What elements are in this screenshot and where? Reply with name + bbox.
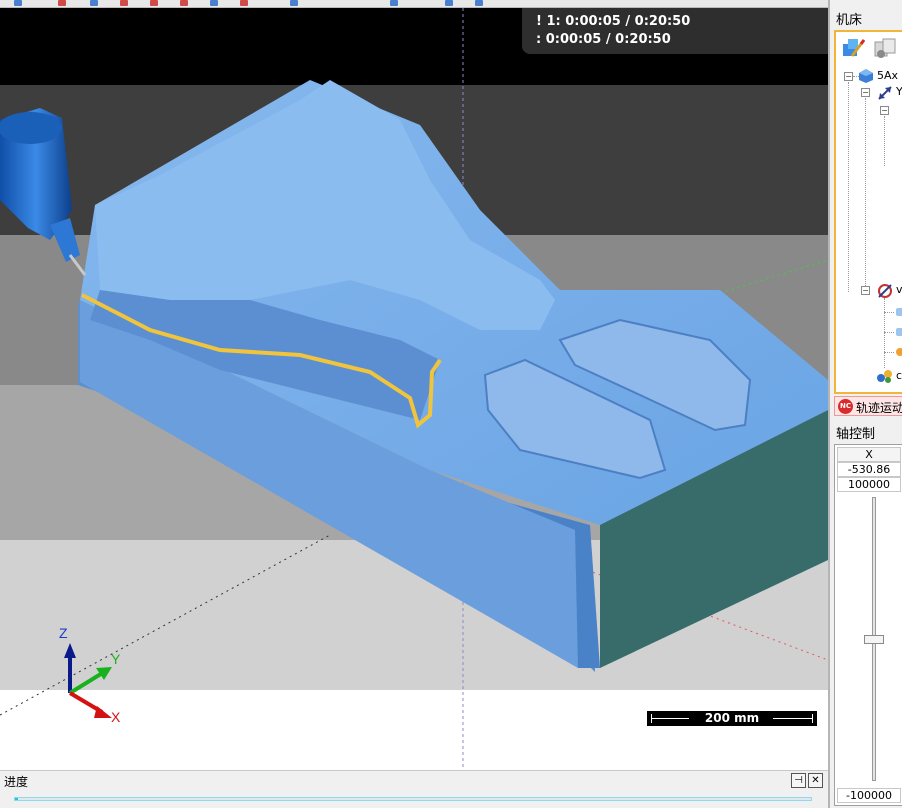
nc-motion-tab[interactable]: NC 轨迹运动 xyxy=(834,396,902,416)
tool-head-top xyxy=(0,112,62,144)
toolbar-icon[interactable] xyxy=(58,0,66,6)
timer-line-2: : 0:00:05 / 0:20:50 xyxy=(536,32,671,47)
axis-slider-thumb[interactable] xyxy=(864,634,884,644)
toolbar-icon[interactable] xyxy=(240,0,248,6)
toolbar-icon[interactable] xyxy=(210,0,218,6)
tree-collapse-icon[interactable]: − xyxy=(880,106,889,115)
nc-tab-label: 轨迹运动 xyxy=(856,401,902,415)
toolbar-icon[interactable] xyxy=(390,0,398,6)
right-panel: 机床 − 5Ax − − − v c NC 轨迹运动 轴控制 X -530.86… xyxy=(828,0,902,808)
toolbar-icon[interactable] xyxy=(120,0,128,6)
toolbar-icon[interactable] xyxy=(180,0,188,6)
toolbar-icon[interactable] xyxy=(150,0,158,6)
tree-root-label[interactable]: 5Ax xyxy=(877,69,898,82)
workpiece-group-icon xyxy=(877,370,892,383)
tree-node1-label[interactable]: Y xyxy=(896,85,902,98)
progress-bar xyxy=(14,797,812,801)
edit-machine-icon[interactable] xyxy=(840,36,866,60)
scale-bar: 200 mm xyxy=(647,711,817,726)
axis-value-field[interactable]: -530.86 xyxy=(837,462,901,477)
scene-canvas: Z Y X xyxy=(0,8,828,770)
toolbar-icon[interactable] xyxy=(445,0,453,6)
tree-collapse-icon[interactable]: − xyxy=(861,286,870,295)
toolbar-icon[interactable] xyxy=(14,0,22,6)
axis-min-field[interactable]: -100000 xyxy=(837,788,901,803)
timer-line-1: ! 1: 0:00:05 / 0:20:50 xyxy=(536,14,691,29)
machine-cube-icon xyxy=(859,69,873,83)
tree-item-icon xyxy=(896,308,902,316)
rotation-axis-icon xyxy=(878,284,892,298)
tree-item-icon xyxy=(896,328,902,336)
progress-bar-fill xyxy=(15,798,19,800)
axis-y-label: Y xyxy=(111,651,121,667)
top-toolbar-strip xyxy=(0,0,828,8)
axis-control-title: 轴控制 xyxy=(836,427,876,442)
toolbar-icon[interactable] xyxy=(90,0,98,6)
toolbar-icon[interactable] xyxy=(290,0,298,6)
axis-control: X -530.86 100000 -100000 xyxy=(834,444,902,806)
copy-machine-icon[interactable] xyxy=(872,36,898,60)
scale-bar-label: 200 mm xyxy=(704,711,760,725)
pin-icon[interactable]: ⊣ xyxy=(791,773,806,788)
tree-node2-label[interactable]: v xyxy=(896,283,902,296)
machine-panel-title: 机床 xyxy=(836,13,863,28)
progress-panel: 进度 ⊣ ✕ xyxy=(0,770,828,808)
app-window: Z Y X ! 1: 0:00:05 / 0:20:50 : 0:00:05 /… xyxy=(0,0,902,808)
tree-item-icon xyxy=(896,348,902,356)
tree-collapse-icon[interactable]: − xyxy=(861,88,870,97)
tree-collapse-icon[interactable]: − xyxy=(844,72,853,81)
axis-arrow-icon xyxy=(878,86,892,100)
tree-node3-label[interactable]: c xyxy=(896,369,902,382)
close-icon[interactable]: ✕ xyxy=(808,773,823,788)
machine-tree: − 5Ax − Y − − v xyxy=(834,30,902,394)
simulation-viewport[interactable]: Z Y X ! 1: 0:00:05 / 0:20:50 : 0:00:05 /… xyxy=(0,0,828,770)
axis-x-label: X xyxy=(111,709,121,725)
axis-max-field[interactable]: 100000 xyxy=(837,477,901,492)
nc-icon: NC xyxy=(838,399,853,414)
progress-panel-title: 进度 xyxy=(4,775,29,789)
toolbar-icon[interactable] xyxy=(475,0,483,6)
axis-z-label: Z xyxy=(59,625,68,641)
simulation-timer: ! 1: 0:00:05 / 0:20:50 : 0:00:05 / 0:20:… xyxy=(522,8,828,54)
axis-name-header: X xyxy=(837,447,901,462)
